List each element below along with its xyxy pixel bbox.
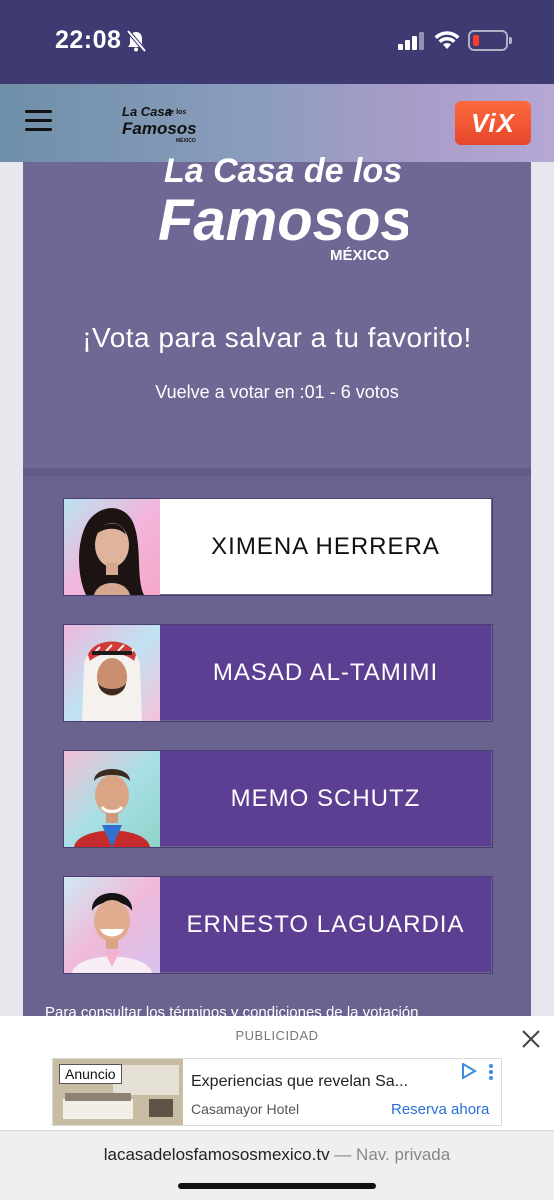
vote-countdown: Vuelve a votar en :01 - 6 votos	[155, 382, 399, 402]
ad-advertiser: Casamayor Hotel	[191, 1101, 300, 1117]
candidate-card[interactable]: ERNESTO LAGUARDIA	[63, 876, 493, 974]
candidate-name: MEMO SCHUTZ	[160, 751, 491, 846]
candidate-name: XIMENA HERRERA	[160, 499, 491, 594]
svg-text:La Casa de los: La Casa de los	[164, 152, 402, 190]
divider	[23, 468, 531, 476]
cellular-signal-icon	[398, 32, 424, 50]
url-display[interactable]: lacasadelosfamososmexico.tv — Nav. priva…	[0, 1145, 554, 1165]
ad-image: Anuncio	[53, 1059, 183, 1125]
svg-text:La Casa: La Casa	[122, 104, 172, 119]
status-bar: 22:08	[0, 0, 554, 84]
ad-card[interactable]: Anuncio Experiencias que revelan Sa... C…	[52, 1058, 502, 1126]
close-icon[interactable]	[520, 1028, 542, 1050]
more-options-icon[interactable]	[487, 1063, 495, 1081]
candidate-photo	[64, 499, 160, 595]
vote-header: La Casa de los Famosos MÉXICO ¡Vota para…	[23, 152, 531, 468]
svg-text:de los: de los	[166, 109, 186, 116]
candidate-card[interactable]: MASAD AL-TAMIMI	[63, 624, 493, 722]
wifi-icon	[434, 31, 460, 49]
ad-banner: PUBLICIDAD Anuncio Experiencias que reve…	[0, 1016, 554, 1130]
candidate-name: MASAD AL-TAMIMI	[160, 625, 491, 720]
ad-cta-link[interactable]: Reserva ahora	[391, 1101, 489, 1118]
browser-address-bar[interactable]: lacasadelosfamososmexico.tv — Nav. priva…	[0, 1130, 554, 1200]
silent-bell-icon	[126, 30, 146, 52]
status-time: 22:08	[55, 26, 122, 54]
ad-title: Experiencias que revelan Sa...	[191, 1073, 409, 1090]
site-header: La Casa de los Famosos MÉXICO ViX	[0, 84, 554, 162]
ad-label: PUBLICIDAD	[235, 1028, 319, 1043]
ad-badge: Anuncio	[59, 1064, 122, 1084]
candidate-card[interactable]: MEMO SCHUTZ	[63, 750, 493, 848]
show-logo: La Casa de los Famosos MÉXICO	[158, 152, 408, 264]
candidate-photo	[64, 625, 160, 721]
vote-panel: La Casa de los Famosos MÉXICO ¡Vota para…	[23, 152, 531, 1032]
battery-icon	[468, 30, 512, 51]
url-text: lacasadelosfamososmexico.tv	[103, 1145, 330, 1164]
page-content: La Casa de los Famosos MÉXICO ¡Vota para…	[0, 152, 554, 1032]
home-indicator[interactable]	[178, 1183, 376, 1189]
url-separator: —	[334, 1145, 352, 1164]
svg-text:MÉXICO: MÉXICO	[330, 247, 390, 264]
svg-text:MÉXICO: MÉXICO	[176, 136, 196, 144]
adchoices-icon[interactable]	[461, 1063, 477, 1079]
menu-icon[interactable]	[25, 110, 52, 132]
vix-button[interactable]: ViX	[455, 101, 531, 145]
candidate-card[interactable]: XIMENA HERRERA	[63, 498, 493, 596]
battery-level	[473, 35, 479, 46]
candidate-name: ERNESTO LAGUARDIA	[160, 877, 491, 972]
candidate-photo	[64, 751, 160, 847]
site-logo[interactable]: La Casa de los Famosos MÉXICO	[120, 102, 200, 146]
candidate-photo	[64, 877, 160, 973]
svg-text:Famosos: Famosos	[122, 119, 197, 138]
vote-title: ¡Vota para salvar a tu favorito!	[82, 322, 472, 353]
private-mode-label: Nav. privada	[356, 1145, 451, 1164]
svg-text:Famosos: Famosos	[158, 188, 408, 253]
